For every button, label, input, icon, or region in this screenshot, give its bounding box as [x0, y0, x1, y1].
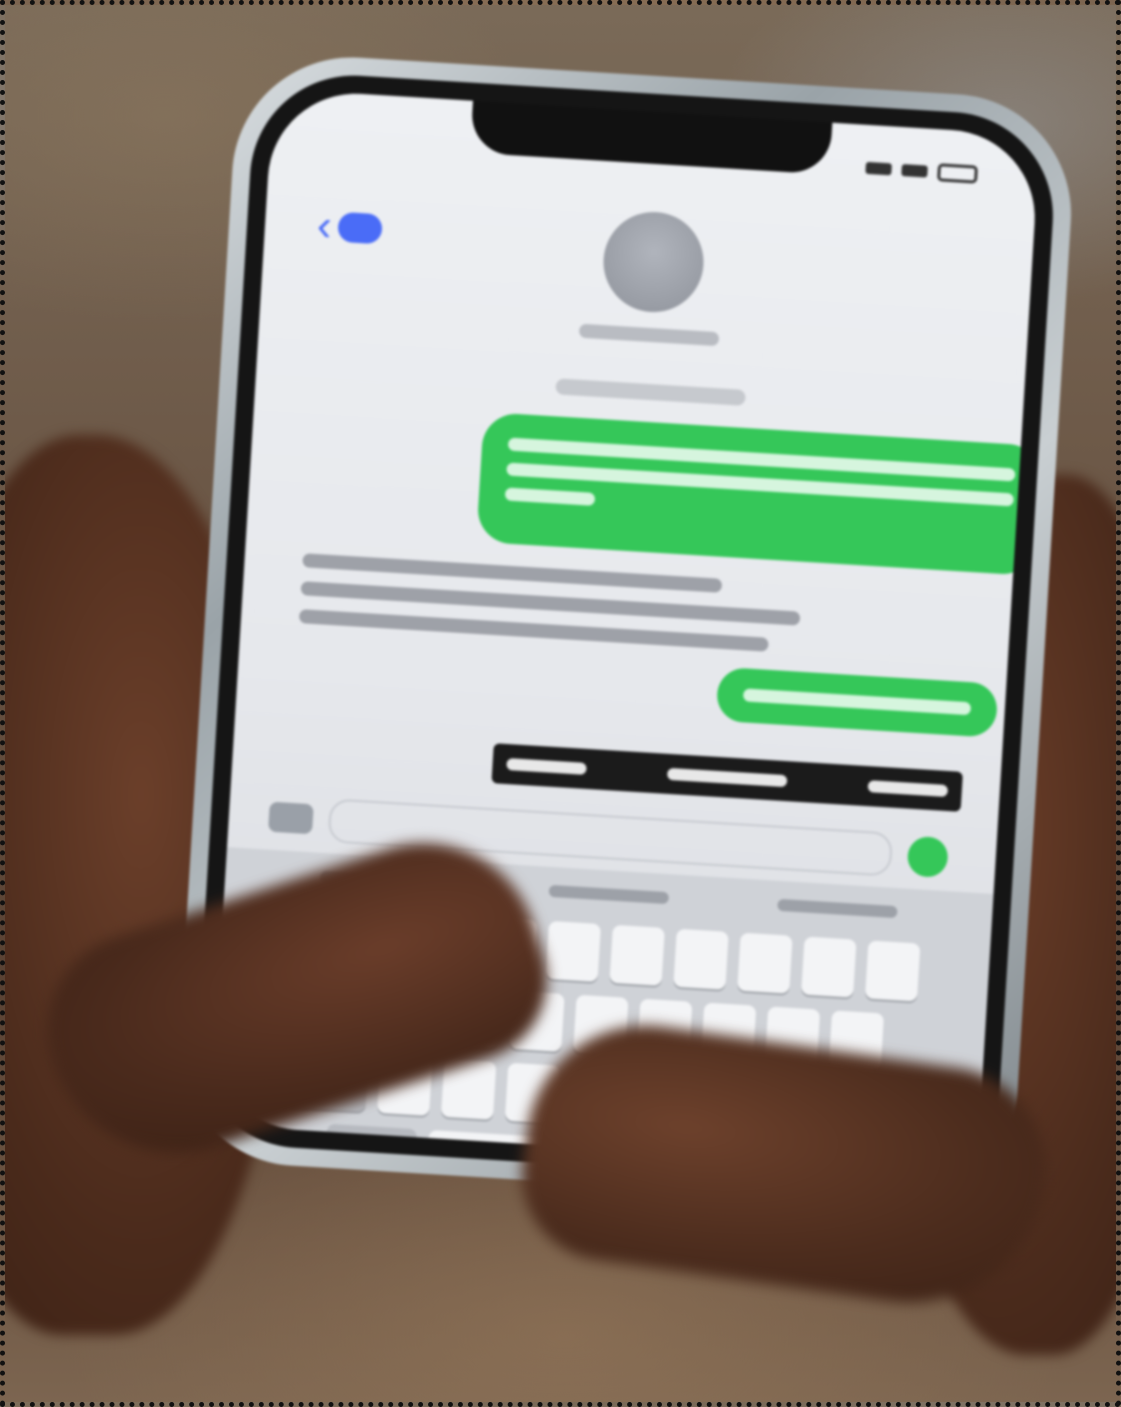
apps-icon[interactable]: [268, 801, 314, 835]
outgoing-message-bubble[interactable]: [476, 411, 1040, 576]
blurred-text-line: [504, 487, 596, 506]
keyboard-key[interactable]: [673, 928, 729, 990]
outgoing-message-bubble[interactable]: [715, 666, 999, 738]
keyboard-key[interactable]: [609, 924, 665, 986]
battery-icon: [936, 163, 979, 184]
blurred-text-line: [742, 688, 972, 716]
contact-avatar-icon[interactable]: [600, 209, 707, 316]
edit-menu-option[interactable]: [867, 780, 949, 797]
photo-scene: ‹: [0, 0, 1121, 1407]
conversation-timestamp-blurred: [555, 378, 746, 406]
keyboard-key[interactable]: [545, 920, 602, 982]
predictive-suggestion[interactable]: [548, 884, 670, 905]
text-edit-menu[interactable]: [491, 743, 963, 812]
numbers-key[interactable]: [323, 1123, 418, 1172]
contact-name-blurred[interactable]: [578, 323, 720, 347]
keyboard-key[interactable]: [737, 932, 793, 994]
unread-count-badge: [336, 211, 383, 245]
phone-notch: [469, 100, 833, 175]
chevron-left-icon: ‹: [315, 200, 334, 251]
signal-icon: [865, 161, 892, 176]
predictive-suggestion[interactable]: [777, 898, 898, 919]
edit-menu-option[interactable]: [506, 758, 587, 775]
send-icon[interactable]: [906, 835, 949, 879]
keyboard-key[interactable]: [801, 936, 857, 998]
status-indicators: [865, 159, 979, 184]
wifi-icon: [901, 164, 928, 178]
back-button[interactable]: ‹: [315, 200, 383, 251]
edit-menu-option[interactable]: [666, 767, 788, 788]
keyboard-key[interactable]: [864, 940, 921, 1002]
